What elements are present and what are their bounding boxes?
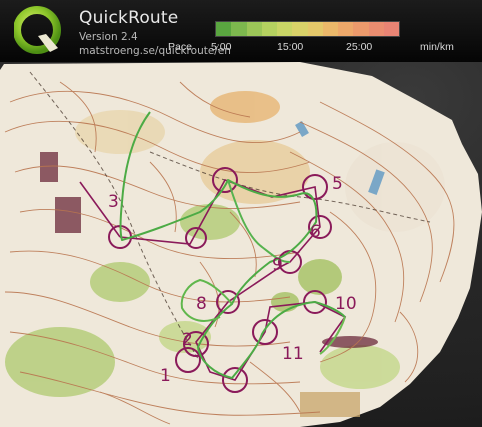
map-drawing — [0, 62, 482, 427]
control-label: 3 — [108, 192, 119, 212]
pace-label: Pace — [168, 41, 192, 53]
orienteering-map[interactable]: 3 5 6 8 9 10 11 2 1 — [0, 62, 482, 427]
pace-color-swatch — [246, 22, 262, 36]
pace-color-swatch — [353, 22, 369, 36]
app-title: QuickRoute — [79, 8, 179, 28]
pace-unit: min/km — [420, 41, 454, 53]
control-label: 10 — [335, 294, 357, 314]
control-label: 11 — [282, 344, 304, 364]
app-url: matstroeng.se/quickroute/en — [79, 45, 231, 57]
pace-color-swatch — [292, 22, 308, 36]
pace-color-swatch — [307, 22, 323, 36]
pace-color-swatch — [277, 22, 293, 36]
app-version: Version 2.4 — [79, 31, 138, 43]
control-label: 1 — [160, 366, 171, 386]
pace-color-scale — [215, 21, 400, 37]
pace-color-swatch — [383, 22, 399, 36]
pace-tick-label: 5:00 — [211, 41, 232, 53]
pace-color-swatch — [338, 22, 354, 36]
pace-tick-label: 15:00 — [277, 41, 304, 53]
control-label: 9 — [272, 255, 283, 275]
control-label: 5 — [332, 174, 343, 194]
pace-color-swatch — [261, 22, 277, 36]
pace-color-swatch — [216, 22, 232, 36]
control-label: 6 — [310, 222, 321, 242]
control-label: 2 — [182, 330, 193, 350]
pace-tick-label: 25:00 — [346, 41, 373, 53]
header-bar: QuickRoute Version 2.4 matstroeng.se/qui… — [0, 0, 482, 62]
pace-color-swatch — [231, 22, 247, 36]
quickroute-logo-icon — [14, 6, 61, 54]
pace-color-swatch — [322, 22, 338, 36]
pace-color-swatch — [368, 22, 384, 36]
control-label: 8 — [196, 294, 207, 314]
